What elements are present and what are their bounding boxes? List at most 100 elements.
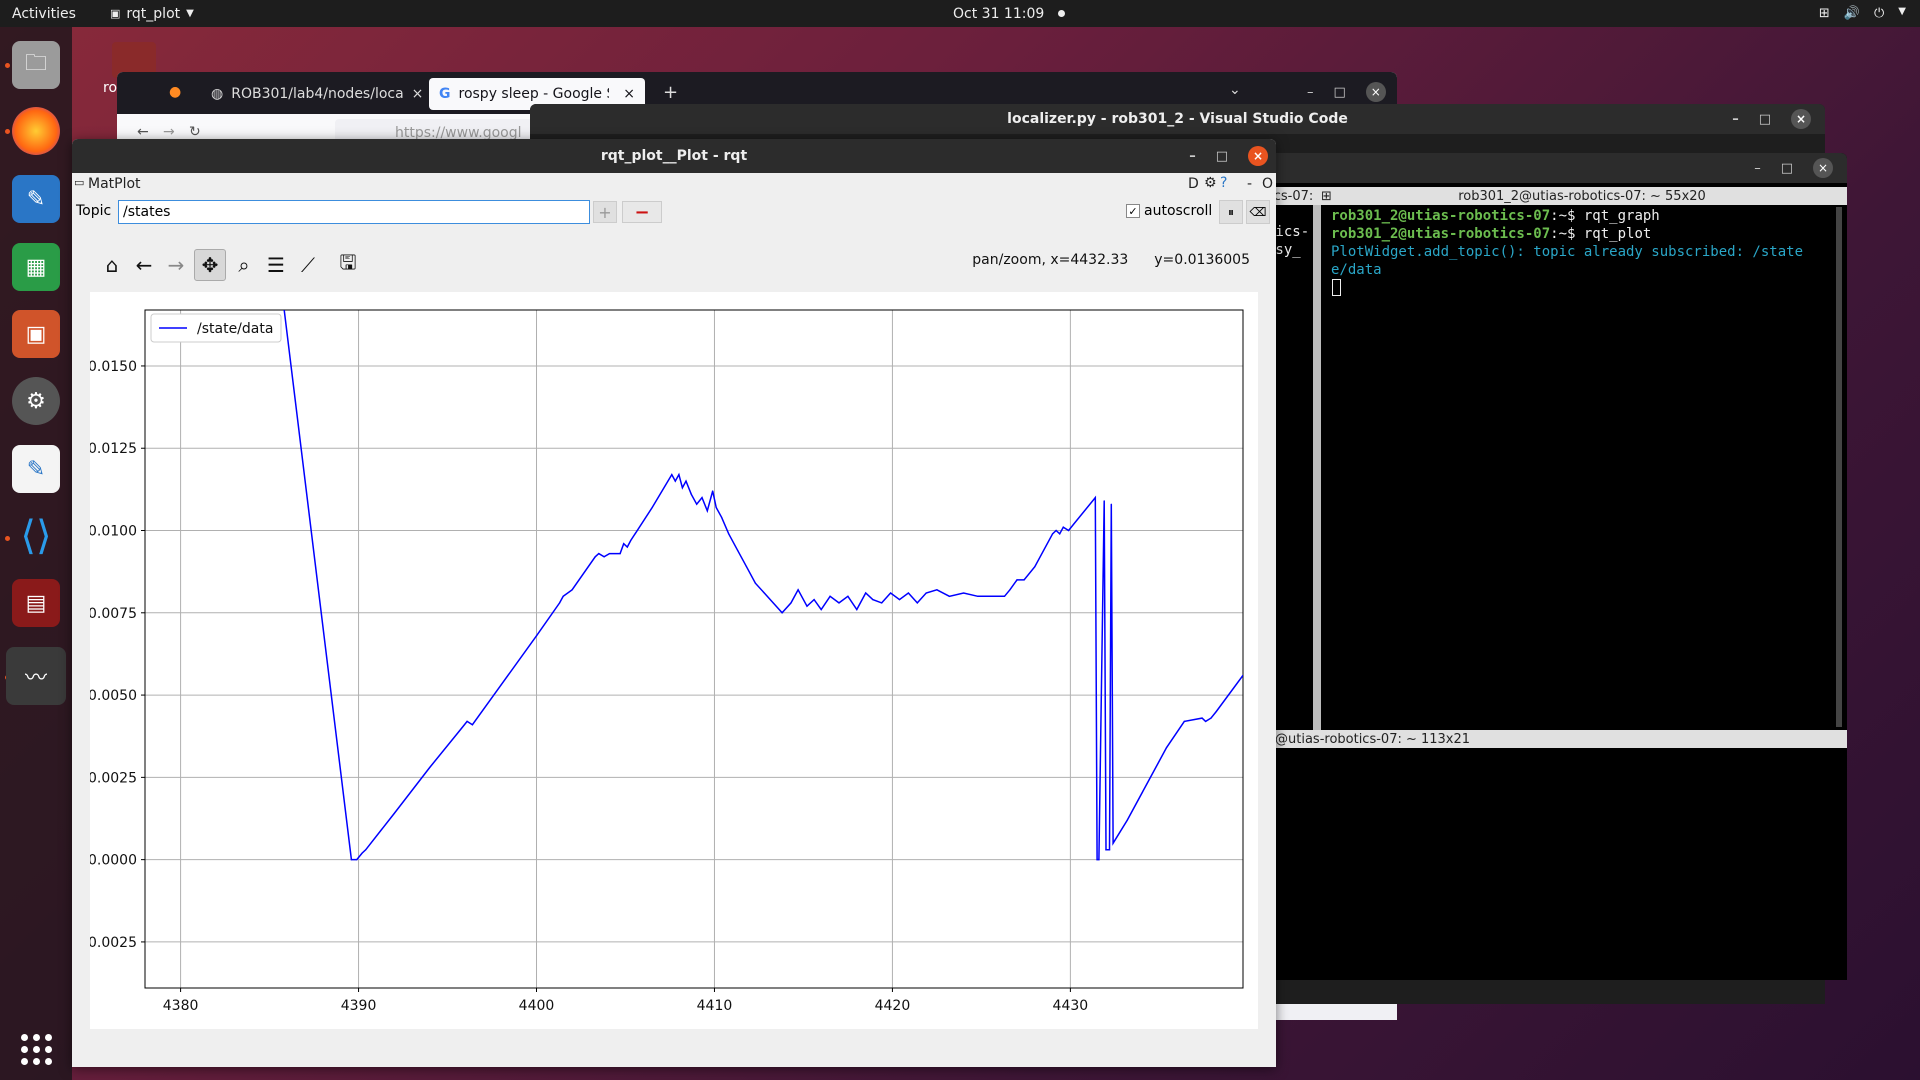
rqt-plot-icon[interactable]: 〰 [6, 647, 66, 705]
line-chart[interactable]: 4380 4390 4400 4410 4420 4430 0.0150 0.0125 0.01… [90, 292, 1258, 1029]
remove-topic-button[interactable]: − [622, 201, 662, 223]
close-icon[interactable]: × [623, 86, 635, 102]
notification-dot [1058, 10, 1066, 17]
clock[interactable]: Oct 31 11:09 [953, 6, 1066, 22]
data-point [619, 552, 621, 555]
minimize-icon[interactable]: – [1307, 85, 1314, 100]
data-point [797, 589, 799, 591]
text-editor-icon[interactable]: ✎ [12, 445, 60, 493]
chevron-down-icon[interactable]: ⌄ [1229, 82, 1241, 98]
ros-tool-icon[interactable]: ▤ [12, 579, 60, 627]
close-icon[interactable]: × [1365, 82, 1386, 102]
data-point [1003, 595, 1006, 597]
pause-button[interactable]: ⏸ [1219, 200, 1243, 224]
data-point [685, 480, 687, 482]
autoscroll-checkbox[interactable]: ✓ [1126, 204, 1140, 218]
data-point [706, 510, 708, 512]
pan-icon[interactable]: ✥ [194, 249, 226, 281]
minimize-icon[interactable]: – [1732, 112, 1739, 127]
data-point [991, 595, 993, 597]
matplotlib-toolbar: ⌂ ← → ✥ ⌕ ☰ ⟋ 🖫 [96, 249, 396, 283]
add-topic-button[interactable]: + [593, 201, 617, 223]
show-apps-icon[interactable] [12, 1025, 60, 1073]
data-point [1183, 720, 1185, 723]
y-tick-label: 0.0100 [90, 524, 137, 540]
split-icon[interactable]: ⊞ [1321, 189, 1332, 204]
tab-rob301[interactable]: ◍ ROB301/lab4/nodes/loca × [201, 78, 427, 110]
pane-divider[interactable] [1313, 205, 1321, 730]
running-indicator [5, 63, 10, 68]
help-icon[interactable]: ? [1220, 175, 1227, 191]
firefox-view-icon[interactable]: ● [169, 84, 181, 100]
plot-canvas[interactable]: 4380 4390 4400 4410 4420 4430 0.0150 0.0125 0.01… [90, 292, 1258, 1029]
minimize-plugin-button[interactable]: - [1247, 176, 1252, 192]
forward-icon[interactable]: → [160, 249, 192, 281]
maximize-icon[interactable]: □ [1781, 161, 1793, 176]
edit-axis-icon[interactable]: ⟋ [292, 249, 324, 281]
minimize-icon[interactable]: – [1189, 149, 1196, 164]
data-point [907, 592, 910, 594]
data-point [1108, 849, 1111, 851]
data-point [781, 612, 783, 614]
data-point [881, 602, 883, 604]
volume-icon[interactable]: 🔊 [1844, 6, 1860, 21]
data-point [1112, 842, 1114, 844]
y-tick-label: 0.0050 [90, 688, 137, 704]
save-icon[interactable]: 🖫 [332, 249, 364, 281]
data-point [838, 602, 840, 604]
settings-icon[interactable]: ⚙ [12, 377, 60, 425]
back-icon[interactable]: ← [128, 249, 160, 281]
data-point [1165, 747, 1168, 749]
files-icon[interactable]: 🗀 [12, 41, 60, 89]
github-icon: ◍ [211, 86, 224, 102]
terminal-scrollbar[interactable] [1836, 207, 1842, 727]
tab-title: ROB301/lab4/nodes/loca [231, 86, 404, 102]
maximize-icon[interactable]: □ [1334, 85, 1346, 100]
close-plugin-button[interactable]: O [1262, 176, 1273, 192]
power-icon[interactable]: ⏻ [1874, 6, 1884, 21]
maximize-icon[interactable]: □ [1216, 149, 1228, 164]
close-icon[interactable]: × [412, 86, 424, 102]
clear-button[interactable]: ⌫ [1246, 200, 1270, 224]
gear-icon[interactable]: ⚙ [1204, 175, 1217, 191]
configure-subplots-icon[interactable]: ☰ [260, 249, 292, 281]
close-icon[interactable]: × [1813, 158, 1833, 178]
close-icon[interactable]: × [1791, 109, 1811, 129]
plot-frame [144, 309, 1244, 989]
close-icon[interactable]: × [1248, 146, 1268, 166]
terminal-window[interactable]: – □ × tics-07: ~ ⊞ rob301_2@utias-roboti… [1265, 153, 1847, 980]
minimize-icon[interactable]: – [1754, 161, 1761, 176]
writer-icon[interactable]: ✎ [12, 175, 60, 223]
impress-icon[interactable]: ▣ [12, 310, 60, 358]
data-point [847, 595, 849, 597]
vscode-icon[interactable]: ⟨⟩ [12, 512, 60, 560]
data-point [720, 516, 723, 518]
home-icon[interactable]: ⌂ [96, 249, 128, 281]
data-point [763, 592, 765, 594]
data-point [594, 556, 596, 558]
app-menu[interactable]: ▣ rqt_plot ▼ [110, 6, 194, 22]
rqt-window[interactable]: rqt_plot__Plot - rqt – □ × ▭ MatPlot D ⚙… [72, 139, 1276, 1067]
new-tab-button[interactable]: + [663, 82, 678, 103]
data-point [562, 595, 564, 597]
back-icon[interactable]: ← [137, 124, 149, 140]
network-icon[interactable]: ⊞ [1819, 6, 1830, 21]
activities-button[interactable]: Activities [12, 6, 76, 22]
legend-label: /state/data [197, 321, 273, 337]
data-point [350, 859, 353, 861]
reload-icon[interactable]: ↻ [189, 124, 201, 140]
data-point [1210, 717, 1212, 719]
dock-toggle-button[interactable]: D [1188, 176, 1199, 192]
chevron-down-icon[interactable]: ▼ [1898, 6, 1906, 21]
data-point [745, 566, 748, 568]
maximize-icon[interactable]: □ [1759, 112, 1771, 127]
system-tray[interactable]: ⊞ 🔊 ⏻ ▼ [1819, 6, 1906, 21]
forward-icon[interactable]: → [163, 124, 175, 140]
firefox-icon[interactable] [12, 107, 60, 155]
plugin-icon: ▭ [74, 176, 85, 189]
topic-input[interactable] [118, 200, 590, 224]
dock: 🗀 ✎ ▦ ▣ ⚙ ✎ ⟨⟩ ▤ 〰 [0, 27, 72, 1080]
calc-icon[interactable]: ▦ [12, 243, 60, 291]
zoom-icon[interactable]: ⌕ [228, 249, 260, 281]
data-point [461, 727, 463, 729]
